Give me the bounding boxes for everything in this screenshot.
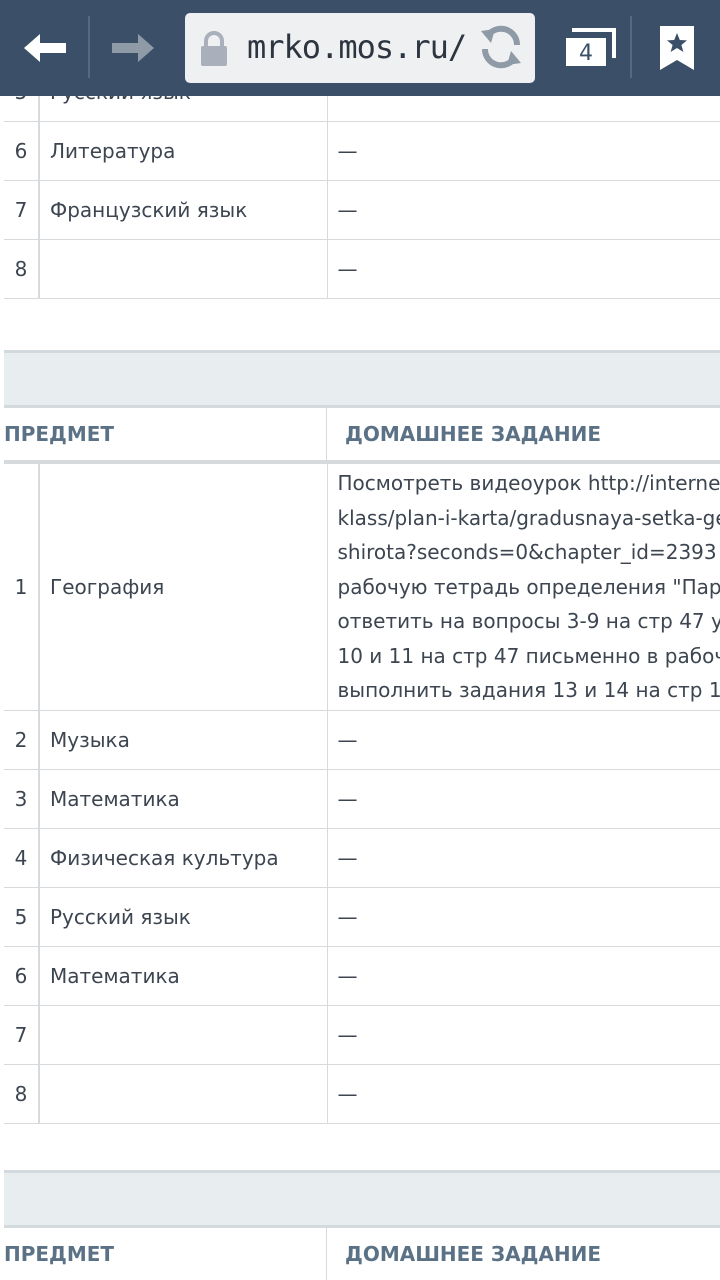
table-row: 7 — (4, 1004, 720, 1065)
homework-line: 10 и 11 на стр 47 письменно в рабочей те… (337, 643, 720, 668)
lesson-homework (327, 96, 720, 122)
address-bar[interactable]: mrko.mos.ru/dnevnik (185, 13, 535, 83)
lesson-number: 3 (4, 768, 40, 829)
lesson-subject: География (39, 463, 328, 711)
toolbar-divider (630, 16, 632, 78)
lesson-number: 7 (4, 180, 40, 240)
lesson-subject (39, 1063, 328, 1124)
lesson-homework: — (327, 886, 720, 947)
tabs-icon: 4 (566, 28, 616, 66)
homework-line: shirota?seconds=0&chapter_id=2393 п 16 в… (337, 540, 720, 564)
lesson-subject: Русский язык (39, 886, 328, 947)
homework-line: Посмотреть видеоурок http://interneturok… (337, 471, 720, 495)
lesson-number: 8 (4, 1063, 40, 1124)
table-row: 4 Физическая культура — (4, 827, 720, 888)
lock-icon (199, 31, 229, 71)
lesson-homework: — (327, 239, 720, 299)
day-header-bar (4, 350, 720, 408)
homework-line: klass/plan-i-karta/gradusnaya-setka-geog… (337, 505, 720, 530)
lesson-subject: Физическая культура (39, 827, 328, 888)
browser-toolbar: mrko.mos.ru/dnevnik 4 (0, 0, 720, 96)
lesson-subject (39, 1004, 328, 1065)
toolbar-divider (88, 16, 90, 78)
lesson-homework[interactable]: Посмотреть видеоурок http://interneturok… (327, 463, 720, 711)
lesson-subject: Русский язык (39, 96, 328, 122)
lesson-subject: Французский язык (39, 180, 328, 240)
url-text[interactable]: mrko.mos.ru/dnevnik (247, 27, 467, 67)
lesson-homework: — (327, 768, 720, 829)
lesson-subject: Литература (39, 121, 328, 181)
column-header-homework: ДОМАШНЕЕ ЗАДАНИЕ (345, 422, 602, 446)
lesson-subject (39, 239, 328, 299)
homework-line: рабочую тетрадь определения "Параллель",… (337, 574, 720, 599)
lesson-homework: — (327, 180, 720, 240)
lesson-number: 8 (4, 239, 40, 299)
lesson-homework: — (327, 709, 720, 770)
lesson-number: 7 (4, 1004, 40, 1065)
lesson-number: 6 (4, 121, 40, 181)
lesson-subject: Музыка (39, 709, 328, 770)
table-header: ПРЕДМЕТ ДОМАШНЕЕ ЗАДАНИЕ (4, 1228, 720, 1280)
bookmark-button[interactable] (650, 14, 704, 82)
day-header-bar (4, 1170, 720, 1228)
lesson-subject: Математика (39, 768, 328, 829)
table-row: 6 Математика — (4, 945, 720, 1006)
lesson-homework: — (327, 1063, 720, 1124)
lesson-number: 5 (4, 886, 40, 947)
page-content: 5 Русский язык 6 Литература — 7 Французс… (0, 96, 720, 1280)
homework-line: выполнить задания 13 и 14 на стр 18 (337, 678, 720, 702)
arrow-left-icon (24, 34, 66, 62)
lesson-homework: — (327, 1004, 720, 1065)
column-header-homework: ДОМАШНЕЕ ЗАДАНИЕ (345, 1242, 602, 1266)
table-row: 8 — (4, 239, 720, 299)
back-button[interactable] (10, 14, 80, 82)
table-row: 3 Математика — (4, 768, 720, 829)
lesson-number: 5 (4, 96, 40, 122)
bookmark-star-icon (660, 26, 694, 70)
table-row: 5 Русский язык — (4, 886, 720, 947)
tabs-button[interactable]: 4 (560, 14, 620, 82)
table-row: 2 Музыка — (4, 709, 720, 770)
lessons-table: 5 Русский язык 6 Литература — 7 Французс… (4, 96, 720, 299)
lesson-homework: — (327, 827, 720, 888)
table-row: 8 — (4, 1063, 720, 1124)
lesson-homework: — (327, 121, 720, 181)
lesson-number: 1 (4, 463, 40, 711)
lesson-number: 6 (4, 945, 40, 1006)
lesson-number: 4 (4, 827, 40, 888)
reload-icon[interactable] (477, 23, 525, 75)
table-row: 7 Французский язык — (4, 180, 720, 240)
lessons-table: 1 География Посмотреть видеоурок http://… (4, 463, 720, 1124)
arrow-right-icon (112, 34, 154, 62)
homework-line: ответить на вопросы 3-9 на стр 47 устно,… (337, 609, 720, 633)
table-row: 6 Литература — (4, 121, 720, 181)
lesson-number: 2 (4, 709, 40, 770)
lesson-homework: — (327, 945, 720, 1006)
tab-count: 4 (579, 41, 593, 66)
forward-button[interactable] (98, 14, 168, 82)
column-header-subject: ПРЕДМЕТ (4, 1228, 327, 1280)
column-header-subject: ПРЕДМЕТ (4, 408, 327, 460)
table-row: 1 География Посмотреть видеоурок http://… (4, 463, 720, 711)
table-row: 5 Русский язык (4, 96, 720, 122)
lesson-subject: Математика (39, 945, 328, 1006)
table-header: ПРЕДМЕТ ДОМАШНЕЕ ЗАДАНИЕ (4, 408, 720, 463)
